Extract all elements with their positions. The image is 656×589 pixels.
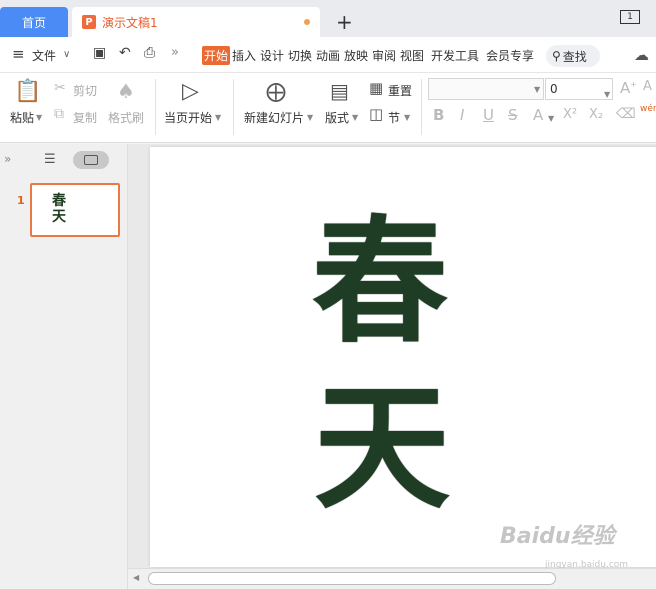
ribbon-divider <box>155 79 156 135</box>
cloud-icon[interactable]: ☁ <box>634 46 649 64</box>
format-painter-icon[interactable]: ♠ <box>117 79 135 103</box>
new-slide-icon[interactable]: ⨁ <box>266 79 286 103</box>
slide-thumbnail[interactable]: 春 天 <box>30 183 120 237</box>
slides-view-icon <box>84 155 98 165</box>
reset-icon[interactable]: ▦ <box>369 79 383 97</box>
hamburger-menu-icon[interactable]: ≡ <box>12 45 25 63</box>
layout-button[interactable]: 版式 <box>325 109 349 126</box>
paste-button[interactable]: 粘贴 <box>10 109 34 126</box>
subscript-icon[interactable]: X₂ <box>589 107 603 122</box>
paste-icon[interactable]: 📋 <box>14 79 41 104</box>
print-icon[interactable]: ⎙ <box>144 45 155 61</box>
tab-developer[interactable]: 开发工具 <box>431 47 479 64</box>
font-size-select[interactable]: 0 ▼ <box>545 78 613 100</box>
presentation-icon: P <box>82 15 96 29</box>
font-size-dropdown-icon[interactable]: ▼ <box>604 85 610 105</box>
copy-button[interactable]: 复制 <box>73 109 97 126</box>
baidu-watermark: Baidu经验 <box>500 524 615 549</box>
horizontal-scrollbar[interactable]: ◀ <box>128 568 656 589</box>
ribbon-divider <box>421 79 422 135</box>
section-button[interactable]: 节 <box>388 109 400 126</box>
tab-start[interactable]: 开始 <box>202 46 231 65</box>
font-family-select[interactable]: ▼ <box>428 78 544 100</box>
ribbon-divider <box>233 79 234 135</box>
pinyin-guide-icon[interactable]: wén <box>640 104 656 114</box>
clear-format-icon[interactable]: ⌫ <box>616 106 636 122</box>
slide-number: 1 <box>17 194 25 207</box>
increase-font-icon[interactable]: A+ <box>620 79 637 97</box>
tab-home[interactable]: 首页 <box>0 7 68 37</box>
font-color-dropdown-icon[interactable]: ▼ <box>548 114 554 123</box>
slide-canvas[interactable]: 春 天 <box>150 147 656 567</box>
thumbnail-text: 春 天 <box>52 193 66 225</box>
layout-icon[interactable]: ▤ <box>330 79 349 103</box>
window-layout-icon[interactable]: 1 <box>620 10 640 24</box>
copy-icon[interactable]: ⧉ <box>54 106 64 122</box>
search-label: 查找 <box>562 49 587 64</box>
new-tab-button[interactable]: + <box>336 9 353 35</box>
undo-icon[interactable]: ↶ <box>119 45 131 61</box>
file-menu[interactable]: 文件 <box>32 47 56 64</box>
slide-text-char2[interactable]: 天 <box>314 381 450 517</box>
layout-dropdown-icon[interactable]: ▼ <box>352 113 358 122</box>
section-dropdown-icon[interactable]: ▼ <box>404 113 410 122</box>
new-slide-dropdown-icon[interactable]: ▼ <box>307 113 313 122</box>
scroll-left-icon[interactable]: ◀ <box>133 573 139 582</box>
tab-view[interactable]: 视图 <box>400 47 424 64</box>
unsaved-indicator <box>304 19 310 25</box>
slides-view-toggle[interactable] <box>73 151 109 169</box>
menu-bar: ≡ 文件 ∨ ▣ ↶ ⎙ » 开始 插入 设计 切换 动画 放映 审阅 视图 开… <box>0 37 656 73</box>
bold-icon[interactable]: B <box>433 106 444 124</box>
more-icon[interactable]: » <box>171 45 179 60</box>
save-icon[interactable]: ▣ <box>93 45 106 61</box>
outline-view-icon[interactable]: ☰ <box>44 152 56 167</box>
tab-review[interactable]: 审阅 <box>372 47 396 64</box>
decrease-font-icon[interactable]: A <box>643 79 652 94</box>
tab-document[interactable]: P 演示文稿1 <box>72 7 320 37</box>
superscript-icon[interactable]: X² <box>563 107 577 122</box>
tab-design[interactable]: 设计 <box>260 47 284 64</box>
thumbnail-text-line2: 天 <box>52 209 66 225</box>
start-from-current-button[interactable]: 当页开始 <box>164 109 212 126</box>
play-icon[interactable]: ▷ <box>182 79 199 104</box>
search-icon: ⚲ <box>552 49 561 63</box>
editing-area: 春 天 <box>128 144 656 568</box>
font-color-icon[interactable]: A <box>533 106 543 124</box>
tab-insert[interactable]: 插入 <box>232 47 256 64</box>
slide-panel: » ☰ 1 春 天 <box>0 144 128 589</box>
format-painter-button[interactable]: 格式刷 <box>108 109 144 126</box>
cut-icon[interactable]: ✂ <box>54 80 66 96</box>
underline-icon[interactable]: U <box>483 106 494 124</box>
tab-transition[interactable]: 切换 <box>288 47 312 64</box>
scrollbar-thumb[interactable] <box>148 572 556 585</box>
paste-dropdown-icon[interactable]: ▼ <box>36 113 42 122</box>
tab-animation[interactable]: 动画 <box>316 47 340 64</box>
reset-button[interactable]: 重置 <box>388 82 412 99</box>
new-slide-button[interactable]: 新建幻灯片 <box>244 109 304 126</box>
tab-bar: 首页 P 演示文稿1 + 1 <box>0 0 656 37</box>
strikethrough-icon[interactable]: S <box>508 106 518 124</box>
thumbnail-text-line1: 春 <box>52 193 66 209</box>
tab-member[interactable]: 会员专享 <box>486 47 534 64</box>
font-family-dropdown-icon[interactable]: ▼ <box>534 85 540 94</box>
italic-icon[interactable]: I <box>460 106 464 124</box>
document-title: 演示文稿1 <box>102 15 158 30</box>
slide-text-char1[interactable]: 春 <box>312 215 448 351</box>
cut-button[interactable]: 剪切 <box>73 82 97 99</box>
tab-slideshow[interactable]: 放映 <box>344 47 368 64</box>
start-dropdown-icon[interactable]: ▼ <box>215 113 221 122</box>
file-menu-arrow-icon[interactable]: ∨ <box>63 49 70 60</box>
collapse-panel-icon[interactable]: » <box>4 152 11 166</box>
tab-home-label: 首页 <box>21 15 46 30</box>
section-icon[interactable]: ◫ <box>369 105 383 123</box>
font-size-value: 0 <box>550 82 558 96</box>
search-box[interactable]: ⚲ 查找 <box>546 45 600 67</box>
ribbon-toolbar: 📋 粘贴 ▼ ✂ 剪切 ⧉ 复制 ♠ 格式刷 ▷ 当页开始 ▼ ⨁ 新建幻灯片 … <box>0 73 656 143</box>
